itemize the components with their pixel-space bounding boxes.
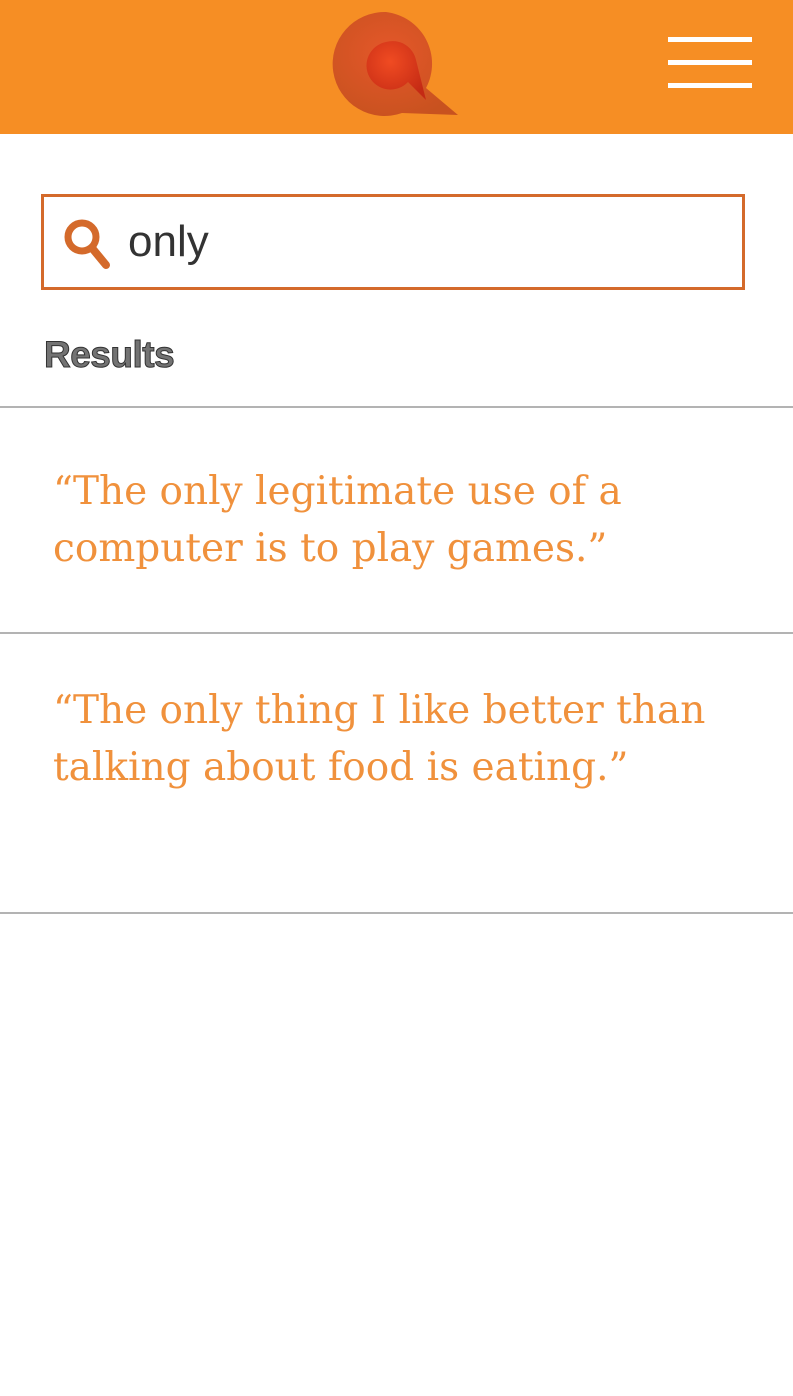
result-item[interactable]: “The only legitimate use of a computer i…	[53, 463, 753, 577]
search-icon	[64, 219, 110, 269]
divider	[0, 632, 793, 634]
hamburger-menu-button[interactable]	[666, 36, 754, 92]
menu-bar-middle	[668, 60, 752, 65]
top-bar	[0, 0, 793, 134]
menu-bar-top	[668, 37, 752, 42]
search-input[interactable]	[128, 207, 728, 277]
divider	[0, 912, 793, 914]
result-item[interactable]: “The only thing I like better than talki…	[53, 682, 753, 796]
divider	[0, 406, 793, 408]
results-heading: Results	[43, 334, 175, 376]
search-box[interactable]	[41, 194, 745, 290]
quote-bubble-logo-icon[interactable]	[330, 10, 462, 120]
menu-bar-bottom	[668, 83, 752, 88]
